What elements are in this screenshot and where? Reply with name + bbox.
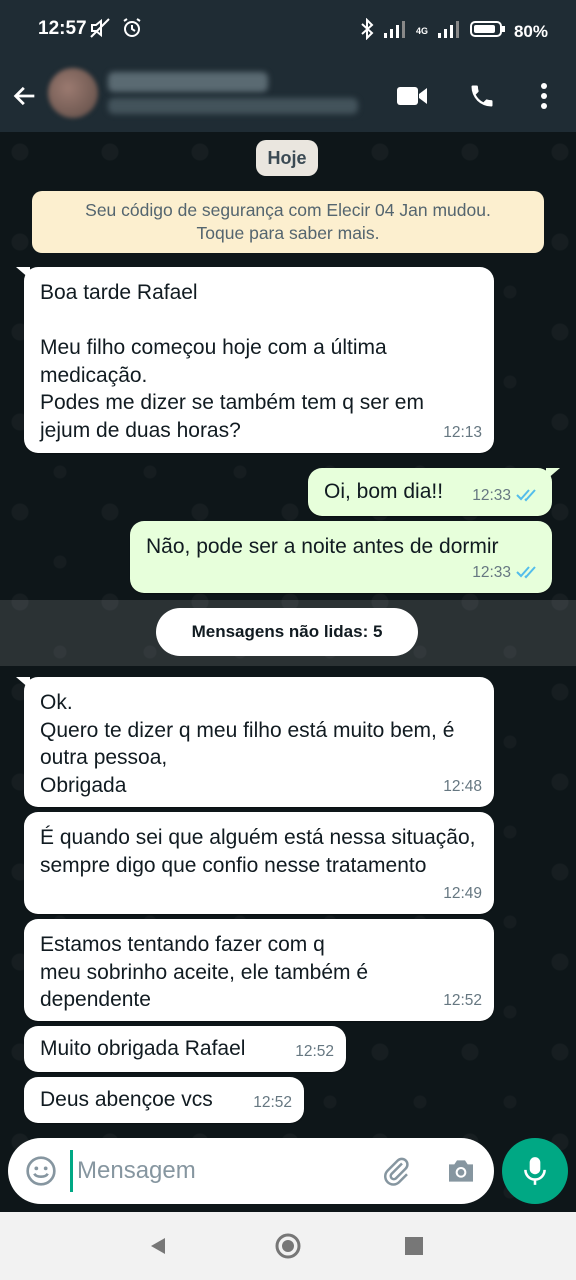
message-bubble[interactable]: Muito obrigada Rafael 12:52 (24, 1026, 346, 1072)
message-text: Boa tarde Rafael Meu filho começou hoje … (40, 281, 424, 442)
message-time: 12:48 (443, 777, 482, 795)
emoji-button[interactable] (22, 1152, 60, 1190)
back-button[interactable] (8, 76, 42, 116)
message-time: 12:49 (443, 884, 482, 902)
message-bubble[interactable]: Estamos tentando fazer com q meu sobrinh… (24, 919, 494, 1021)
network-type-label: 4G (415, 26, 428, 36)
paperclip-icon (384, 1157, 409, 1186)
more-options-button[interactable] (524, 76, 564, 116)
message-bubble[interactable]: Oi, bom dia!! 12:33 (308, 468, 560, 516)
circle-home-icon (275, 1233, 301, 1259)
nav-recents-button[interactable] (398, 1230, 430, 1262)
message-text: Muito obrigada Rafael (40, 1037, 246, 1060)
security-notice-text: Seu código de segurança com Elecir 04 Ja… (85, 200, 491, 243)
square-recents-icon (405, 1237, 423, 1255)
date-divider: Hoje (256, 140, 318, 176)
message-text: Ok. Quero te dizer q meu filho está muit… (40, 691, 455, 797)
attach-button[interactable] (378, 1152, 416, 1190)
message-bubble[interactable]: É quando sei que alguém está nessa situa… (24, 812, 494, 914)
voice-call-button[interactable] (462, 76, 502, 116)
chat-header (0, 62, 576, 132)
message-time: 12:13 (443, 423, 482, 441)
battery-percent: 80% (513, 21, 548, 41)
system-navigation-bar (0, 1212, 576, 1280)
message-time: 12:33 (472, 486, 511, 504)
mute-icon (88, 16, 112, 45)
message-time: 12:33 (472, 563, 511, 581)
message-text: Deus abençoe vcs (40, 1088, 213, 1111)
message-time: 12:52 (443, 991, 482, 1009)
message-input[interactable] (70, 1150, 377, 1192)
arrow-left-icon (13, 86, 35, 106)
message-bubble[interactable]: Ok. Quero te dizer q meu filho está muit… (16, 677, 494, 807)
phone-icon (471, 85, 493, 107)
message-bubble[interactable]: Deus abençoe vcs 12:52 (24, 1077, 304, 1123)
camera-button[interactable] (442, 1152, 480, 1190)
message-time: 12:52 (253, 1093, 292, 1111)
message-text: É quando sei que alguém está nessa situa… (40, 826, 476, 877)
alarm-icon (120, 16, 144, 45)
video-camera-icon (397, 87, 427, 105)
message-bubble[interactable]: Não, pode ser a noite antes de dormir 12… (130, 521, 552, 593)
status-time: 12:57 (38, 18, 87, 39)
nav-back-button[interactable] (142, 1230, 174, 1262)
message-bubble[interactable]: Boa tarde Rafael Meu filho começou hoje … (16, 267, 494, 453)
more-vertical-icon (541, 83, 547, 109)
contact-avatar[interactable] (48, 68, 98, 118)
battery-icon (469, 19, 506, 44)
signal-icon (382, 19, 408, 44)
nav-home-button[interactable] (272, 1230, 304, 1262)
camera-icon (449, 1160, 473, 1182)
video-call-button[interactable] (392, 76, 432, 116)
security-code-notice[interactable]: Seu código de segurança com Elecir 04 Ja… (32, 191, 544, 253)
message-time: 12:52 (295, 1042, 334, 1060)
message-composer (8, 1138, 494, 1204)
emoji-icon (26, 1156, 56, 1186)
contact-name[interactable] (108, 72, 268, 92)
unread-messages-badge: Mensagens não lidas: 5 (156, 608, 418, 656)
double-check-icon (516, 489, 536, 502)
message-text: Estamos tentando fazer com q meu sobrinh… (40, 933, 369, 1011)
triangle-back-icon (151, 1238, 165, 1254)
contact-status (108, 98, 358, 114)
microphone-icon (524, 1157, 546, 1185)
voice-record-button[interactable] (502, 1138, 568, 1204)
double-check-icon (516, 566, 536, 579)
bluetooth-icon (360, 17, 374, 45)
signal-icon-2 (436, 19, 462, 44)
message-text: Não, pode ser a noite antes de dormir (146, 535, 499, 558)
status-bar: 12:57 4G 80% (0, 0, 576, 62)
